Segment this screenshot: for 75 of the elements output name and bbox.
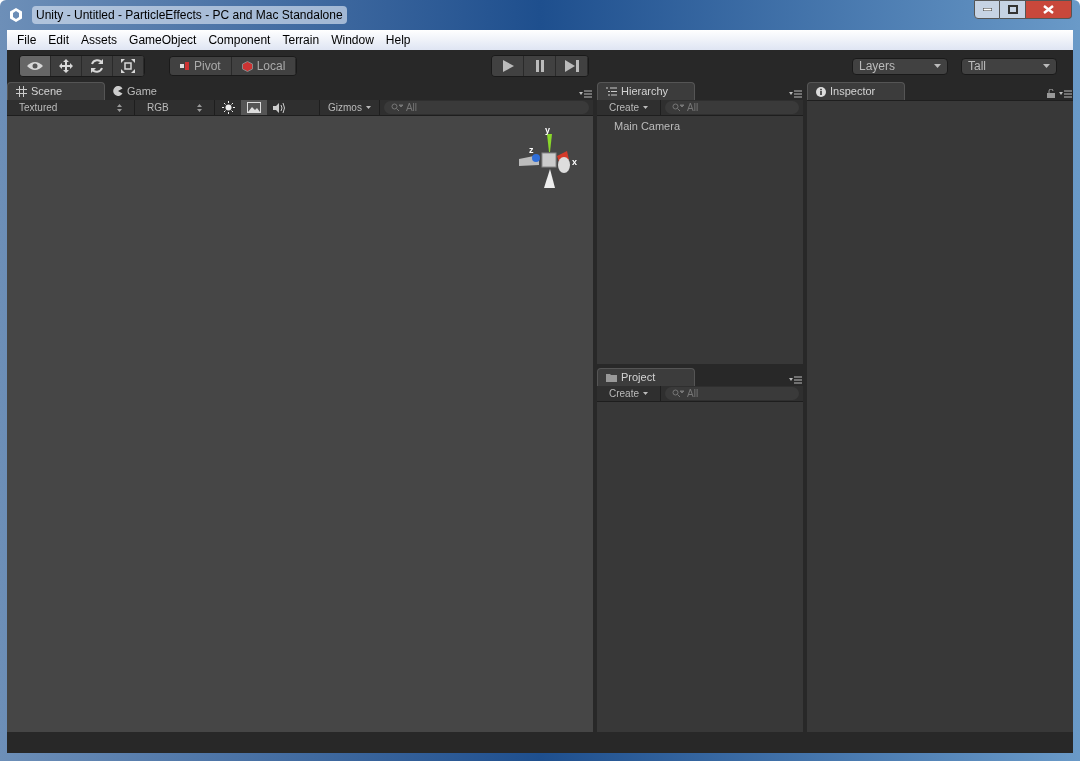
- cube-icon: [241, 60, 253, 72]
- pivot-icon: [180, 61, 190, 71]
- menu-item[interactable]: File: [11, 31, 43, 49]
- menu-item[interactable]: Window: [325, 31, 380, 49]
- dropdown[interactable]: Layers: [852, 57, 948, 75]
- playback-button[interactable]: [556, 56, 589, 76]
- caret-icon: [365, 106, 371, 109]
- eye-icon: [26, 60, 44, 72]
- updown-arrows-icon: [117, 103, 122, 112]
- channel-dropdown[interactable]: RGB: [135, 100, 215, 115]
- info-icon: [816, 86, 826, 97]
- search-field[interactable]: All: [383, 101, 589, 114]
- panel-menu-icon[interactable]: [1059, 89, 1073, 98]
- tool-button[interactable]: [20, 56, 51, 76]
- panel-menu-icon[interactable]: [789, 376, 803, 384]
- caret-icon: [1043, 64, 1050, 68]
- search-icon: [672, 389, 684, 398]
- unity-logo-icon: [8, 7, 24, 23]
- panel-tab[interactable]: Inspector: [807, 82, 905, 100]
- maximize-button[interactable]: [1000, 0, 1026, 19]
- menu-item[interactable]: Assets: [75, 31, 124, 49]
- landscape-image-icon: [247, 102, 261, 113]
- menu-item[interactable]: Help: [379, 31, 417, 49]
- move-arrows-icon: [58, 58, 74, 74]
- playback-button[interactable]: [524, 56, 557, 76]
- play-icon: [500, 59, 515, 73]
- search-field[interactable]: All: [665, 101, 799, 114]
- scene-toggle-button[interactable]: [241, 100, 267, 115]
- menu-item[interactable]: Edit: [42, 31, 76, 49]
- panel-tab[interactable]: Game: [105, 82, 203, 100]
- panel-tab[interactable]: Scene: [7, 82, 105, 100]
- pacman-icon: [113, 86, 123, 96]
- panel-tab[interactable]: Project: [597, 368, 695, 386]
- caret-icon: [934, 64, 941, 68]
- pivot-toggle-button[interactable]: Local: [231, 57, 297, 75]
- dropdown[interactable]: Tall: [961, 57, 1057, 75]
- gizmos-dropdown[interactable]: Gizmos: [319, 100, 380, 115]
- step-forward-icon: [563, 59, 580, 73]
- menu-item[interactable]: Component: [202, 31, 277, 49]
- minimize-button[interactable]: [974, 0, 1000, 19]
- playback-button[interactable]: [492, 56, 525, 76]
- caret-icon: [643, 392, 648, 395]
- lock-icon[interactable]: [1047, 89, 1055, 98]
- grid-icon: [16, 86, 27, 97]
- tool-button[interactable]: [113, 56, 144, 76]
- rotate-icon: [89, 58, 105, 74]
- caret-icon: [643, 106, 648, 109]
- panel-tab[interactable]: Hierarchy: [597, 82, 695, 100]
- close-icon: [1043, 5, 1054, 14]
- speaker-icon: [272, 101, 288, 114]
- sun-icon: [221, 101, 235, 114]
- pivot-toggle-button[interactable]: Pivot: [170, 57, 232, 75]
- scale-icon: [120, 58, 136, 74]
- panel-menu-icon[interactable]: [789, 90, 803, 98]
- folder-icon: [606, 373, 617, 382]
- orientation-gizmo-drawing[interactable]: y z x: [517, 124, 583, 194]
- minimize-icon: [982, 8, 992, 11]
- search-icon: [390, 103, 403, 112]
- menu-item[interactable]: Terrain: [276, 31, 326, 49]
- close-button[interactable]: [1026, 0, 1072, 19]
- search-field[interactable]: All: [665, 387, 799, 400]
- tool-button[interactable]: [82, 56, 113, 76]
- list-icon: [606, 87, 617, 96]
- window-title: Unity - Untitled - ParticleEffects - PC and Mac Standalone: [32, 6, 347, 24]
- hierarchy-item[interactable]: Main Camera: [597, 118, 803, 134]
- maximize-icon: [1007, 5, 1018, 14]
- create-dropdown[interactable]: Create: [597, 100, 661, 115]
- search-icon: [672, 103, 684, 112]
- panel-menu-icon[interactable]: [579, 90, 593, 98]
- menu-item[interactable]: GameObject: [123, 31, 203, 49]
- tool-button[interactable]: [51, 56, 82, 76]
- pause-icon: [533, 59, 546, 73]
- create-dropdown[interactable]: Create: [597, 386, 661, 401]
- render-mode-dropdown[interactable]: Textured: [7, 100, 135, 115]
- updown-arrows-icon: [197, 103, 202, 112]
